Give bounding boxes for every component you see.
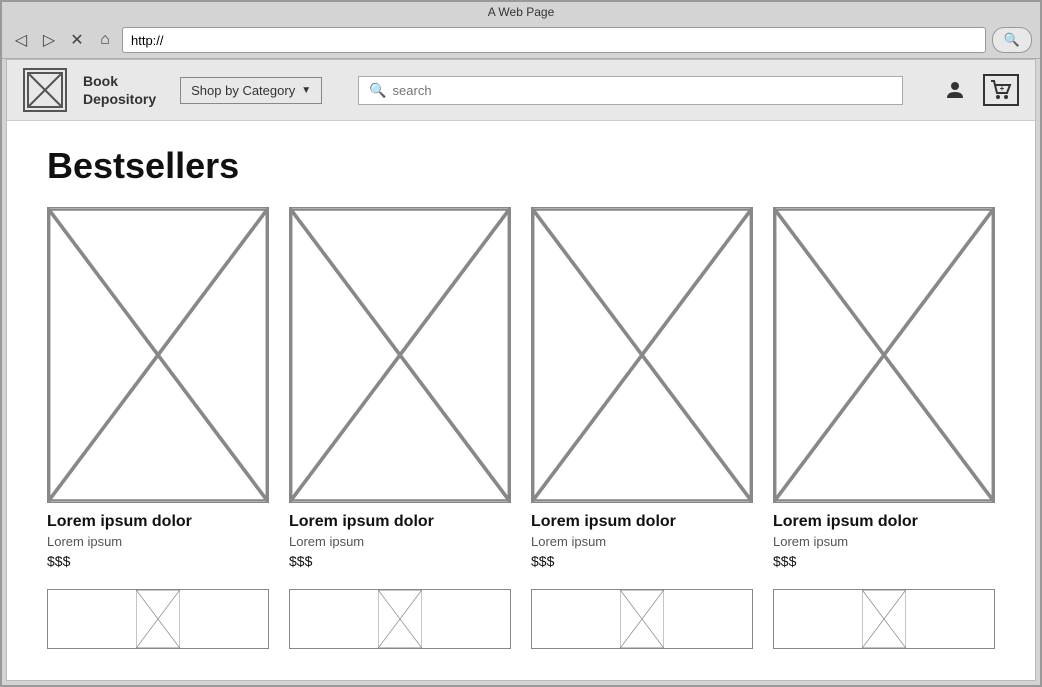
product-image [773,207,995,503]
browser-window: A Web Page ◁ ▷ ✕ ⌂ 🔍 Book Depository [0,0,1042,687]
account-icon[interactable] [939,74,971,106]
browser-toolbar: ◁ ▷ ✕ ⌂ 🔍 [2,22,1040,59]
product-image [47,207,269,503]
product-card[interactable] [531,589,753,659]
forward-button[interactable]: ▷ [38,29,60,51]
main-content: Bestsellers Lorem ipsum dolor Lorem ipsu… [7,121,1035,680]
browser-search-button[interactable]: 🔍 [992,27,1032,53]
back-button[interactable]: ◁ [10,29,32,51]
category-label: Shop by Category [191,83,295,98]
browser-title: A Web Page [488,5,555,19]
product-subtitle: Lorem ipsum [531,534,753,549]
svg-text:+: + [1000,84,1005,93]
product-image [773,589,995,649]
address-bar[interactable] [122,27,986,53]
website-content: Book Depository Shop by Category ▼ 🔍 [6,59,1036,681]
logo-svg [27,72,63,108]
close-button[interactable]: ✕ [66,29,88,51]
product-image [47,589,269,649]
site-navbar: Book Depository Shop by Category ▼ 🔍 [7,60,1035,121]
product-price: $$$ [531,553,753,569]
product-card[interactable]: Lorem ipsum dolor Lorem ipsum $$$ [47,207,269,569]
logo-text: Book Depository [83,72,156,108]
product-image [289,207,511,503]
browser-search-icon: 🔍 [1004,32,1020,48]
product-subtitle: Lorem ipsum [289,534,511,549]
product-card[interactable]: Lorem ipsum dolor Lorem ipsum $$$ [289,207,511,569]
search-input[interactable] [393,83,892,98]
site-search-bar[interactable]: 🔍 [358,76,903,105]
product-title: Lorem ipsum dolor [531,513,753,531]
logo-icon [23,68,67,112]
browser-title-bar: A Web Page [2,2,1040,22]
product-card[interactable] [773,589,995,659]
product-title: Lorem ipsum dolor [773,513,995,531]
product-title: Lorem ipsum dolor [289,513,511,531]
chevron-down-icon: ▼ [301,85,311,96]
product-image [289,589,511,649]
product-image [531,589,753,649]
product-card[interactable]: Lorem ipsum dolor Lorem ipsum $$$ [773,207,995,569]
product-subtitle: Lorem ipsum [773,534,995,549]
product-price: $$$ [773,553,995,569]
page-title: Bestsellers [47,145,995,187]
category-dropdown-button[interactable]: Shop by Category ▼ [180,77,322,104]
product-price: $$$ [289,553,511,569]
cart-icon[interactable]: + [983,74,1019,106]
home-button[interactable]: ⌂ [94,29,116,51]
products-grid: Lorem ipsum dolor Lorem ipsum $$$ Lorem … [47,207,995,659]
product-subtitle: Lorem ipsum [47,534,269,549]
search-icon: 🔍 [369,82,386,99]
product-card[interactable]: Lorem ipsum dolor Lorem ipsum $$$ [531,207,753,569]
product-card[interactable] [47,589,269,659]
product-card[interactable] [289,589,511,659]
product-image [531,207,753,503]
nav-icons: + [939,74,1019,106]
product-title: Lorem ipsum dolor [47,513,269,531]
product-price: $$$ [47,553,269,569]
